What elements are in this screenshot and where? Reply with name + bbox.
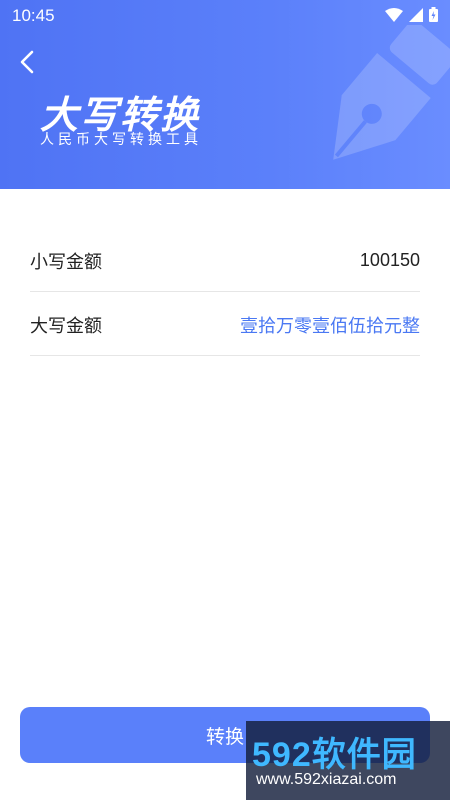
status-icons [385,7,438,22]
lowercase-amount-row: 小写金额 [30,230,420,292]
watermark-url: www.592xiazai.com [256,771,397,788]
uppercase-amount-value: 壹拾万零壹佰伍拾元整 [240,315,420,337]
lowercase-amount-label: 小写金额 [30,251,102,273]
watermark-logo: 592软件园 www.592xiazai.com [246,721,450,800]
watermark-text: 592软件园 [252,736,417,774]
convert-button-label: 转换 [205,725,244,748]
battery-icon [429,7,438,22]
chevron-left-icon [20,50,34,74]
fountain-pen-icon [333,25,450,160]
uppercase-amount-label: 大写金额 [30,315,102,337]
status-time: 10:45 [12,6,55,25]
header-banner: 10:45 大写转换 人民币大写转换工具 [0,0,450,189]
uppercase-amount-row: 大写金额 壹拾万零壹佰伍拾元整 [30,294,420,356]
page-subtitle: 人民币大写转换工具 [40,132,202,148]
signal-icon [409,7,423,22]
wifi-icon [385,7,403,22]
back-button[interactable] [14,46,42,78]
lowercase-amount-input[interactable] [220,250,420,271]
